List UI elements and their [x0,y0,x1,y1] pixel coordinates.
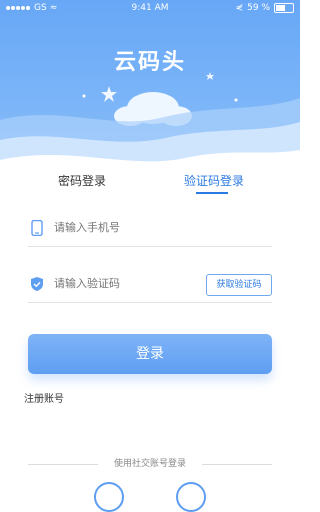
social-login-divider: 使用社交账号登录 [0,456,300,472]
tab-password-login[interactable]: 密码登录 [58,172,106,189]
social-login-label: 使用社交账号登录 [113,459,186,469]
login-button[interactable]: 登录 [28,334,272,374]
bluetooth-icon: ⋞ [235,3,244,13]
phone-field [28,212,272,247]
status-bar: GS ≈ 9:41 AM ⋞ 59 % [0,0,300,18]
phone-input[interactable] [54,221,204,234]
phone-icon [31,220,43,236]
code-field: 获取验证码 [28,268,272,303]
status-right: ⋞ 59 % [236,3,294,13]
tab-code-login[interactable]: 验证码登录 [184,172,244,189]
battery-percent: 59 % [247,3,270,13]
sparkle-dot [82,94,86,98]
code-input[interactable] [54,277,204,290]
battery-icon [274,3,294,13]
social-login-icon-2[interactable] [176,482,206,512]
register-link[interactable]: 注册账号 [24,390,64,405]
app-title: 云码头 [113,50,186,75]
active-tab-indicator [196,192,228,194]
divider-line [202,464,272,465]
social-login-icon-1[interactable] [94,482,124,512]
sparkle-dot [234,98,238,102]
star-icon [101,86,117,102]
login-tabs: 密码登录 验证码登录 [0,168,300,198]
shield-check-icon [31,277,43,291]
get-code-button[interactable]: 获取验证码 [206,274,272,296]
